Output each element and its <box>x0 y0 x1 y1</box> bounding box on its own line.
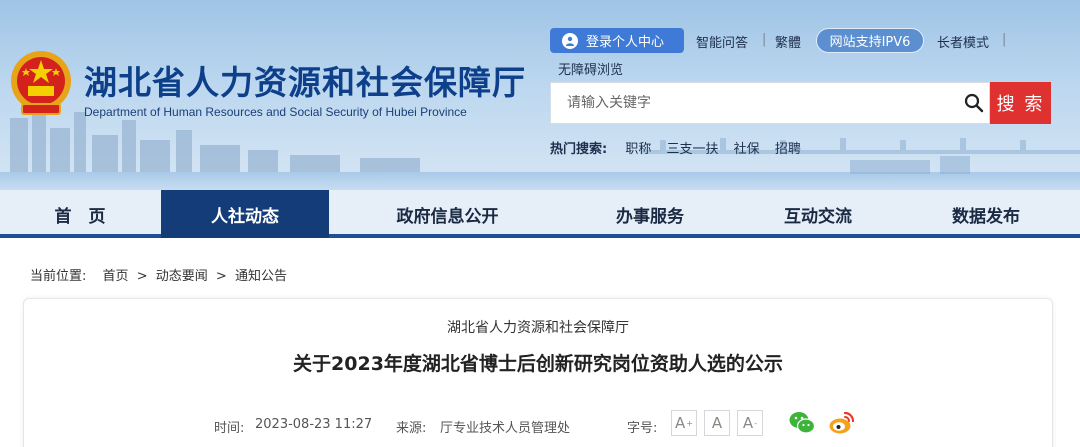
font-size-increase-glyph: A <box>675 414 686 432</box>
site-header: 湖北省人力资源和社会保障厅 Department of Human Resour… <box>0 0 1080 190</box>
nav-item-hrss-news[interactable]: 人社动态 <box>161 190 329 238</box>
site-title: 湖北省人力资源和社会保障厅 <box>84 63 526 102</box>
breadcrumb-item-home[interactable]: 首页 <box>103 269 129 284</box>
site-subtitle: Department of Human Resources and Social… <box>84 105 467 119</box>
login-label: 登录个人中心 <box>586 35 665 50</box>
divider: | <box>1002 32 1007 47</box>
accessible-browsing-link[interactable]: 无障碍浏览 <box>558 59 623 78</box>
weibo-icon[interactable] <box>828 410 856 436</box>
breadcrumb-item-notices[interactable]: 通知公告 <box>235 269 287 284</box>
breadcrumb-label: 当前位置: <box>30 269 87 284</box>
breadcrumb-separator: > <box>215 269 227 284</box>
nav-item-home[interactable]: 首 页 <box>0 190 160 238</box>
national-emblem-icon <box>11 51 71 115</box>
hot-search-label: 热门搜索: <box>550 142 608 157</box>
search-box <box>550 82 990 124</box>
search-input[interactable] <box>567 95 947 111</box>
divider: | <box>762 32 767 47</box>
search-button[interactable]: 搜 索 <box>990 82 1051 124</box>
nav-item-gov-info[interactable]: 政府信息公开 <box>355 190 540 238</box>
traditional-chinese-link[interactable]: 繁體 <box>775 32 801 51</box>
font-size-decrease-glyph: A <box>742 414 754 432</box>
font-size-default-button[interactable]: A <box>704 410 730 436</box>
smart-qa-link[interactable]: 智能问答 <box>696 32 748 51</box>
breadcrumb-item-news[interactable]: 动态要闻 <box>156 269 208 284</box>
source-value: 厅专业技术人员管理处 <box>440 421 571 436</box>
font-size-default-glyph: A <box>711 414 723 432</box>
hot-search: 热门搜索: 职称 三支一扶 社保 招聘 <box>550 138 812 157</box>
article-card: 湖北省人力资源和社会保障厅 关于2023年度湖北省博士后创新研究岗位资助人选的公… <box>23 298 1053 447</box>
source-label: 来源: <box>396 421 427 436</box>
hot-keyword[interactable]: 招聘 <box>775 142 801 157</box>
hot-keyword[interactable]: 职称 <box>625 142 651 157</box>
search-icon[interactable] <box>964 93 984 113</box>
font-size-decrease-button[interactable]: A- <box>737 410 763 436</box>
wechat-icon[interactable] <box>788 410 816 436</box>
main-nav: 首 页 人社动态 政府信息公开 办事服务 互动交流 数据发布 <box>0 190 1080 238</box>
nav-item-data-release[interactable]: 数据发布 <box>906 190 1066 238</box>
hot-keyword[interactable]: 三支一扶 <box>667 142 719 157</box>
user-circle-icon <box>562 32 578 49</box>
nav-item-interaction[interactable]: 互动交流 <box>738 190 898 238</box>
breadcrumb-separator: > <box>136 269 148 284</box>
ipv6-badge: 网站支持IPV6 <box>816 28 924 53</box>
login-button[interactable]: 登录个人中心 <box>550 28 684 53</box>
article-title: 关于2023年度湖北省博士后创新研究岗位资助人选的公示 <box>293 353 783 375</box>
publish-time-label: 时间: <box>214 421 245 436</box>
article-department: 湖北省人力资源和社会保障厅 <box>447 320 629 336</box>
font-size-label: 字号: <box>627 421 658 436</box>
breadcrumb: 当前位置: 首页 > 动态要闻 > 通知公告 <box>30 265 291 284</box>
publish-time: 2023-08-23 11:27 <box>255 417 373 432</box>
font-size-increase-button[interactable]: A + <box>671 410 697 436</box>
nav-item-services[interactable]: 办事服务 <box>570 190 730 238</box>
hot-keyword[interactable]: 社保 <box>734 142 760 157</box>
elder-mode-link[interactable]: 长者模式 <box>937 32 989 51</box>
